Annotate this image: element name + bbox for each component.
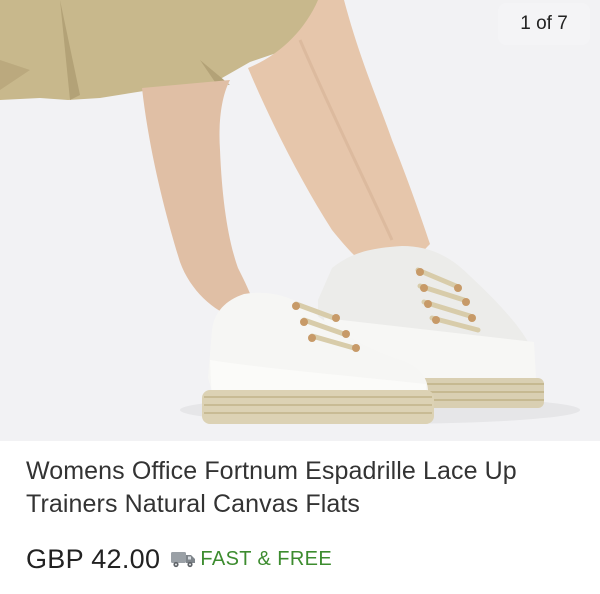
product-image[interactable]: 1 of 7	[0, 0, 600, 441]
shipping-label: FAST & FREE	[200, 547, 333, 570]
image-counter-badge: 1 of 7	[498, 3, 590, 45]
product-listing-page: 1 of 7 Womens Office Fortnum Espadrille …	[0, 0, 600, 594]
product-photo-illustration	[0, 0, 600, 441]
product-title: Womens Office Fortnum Espadrille Lace Up…	[26, 457, 517, 518]
product-price: GBP 42.00	[26, 543, 161, 574]
price-row: GBP 42.00 FAST & FREE	[26, 542, 574, 576]
product-info: Womens Office Fortnum Espadrille Lace Up…	[0, 441, 600, 594]
truck-icon	[170, 549, 196, 569]
